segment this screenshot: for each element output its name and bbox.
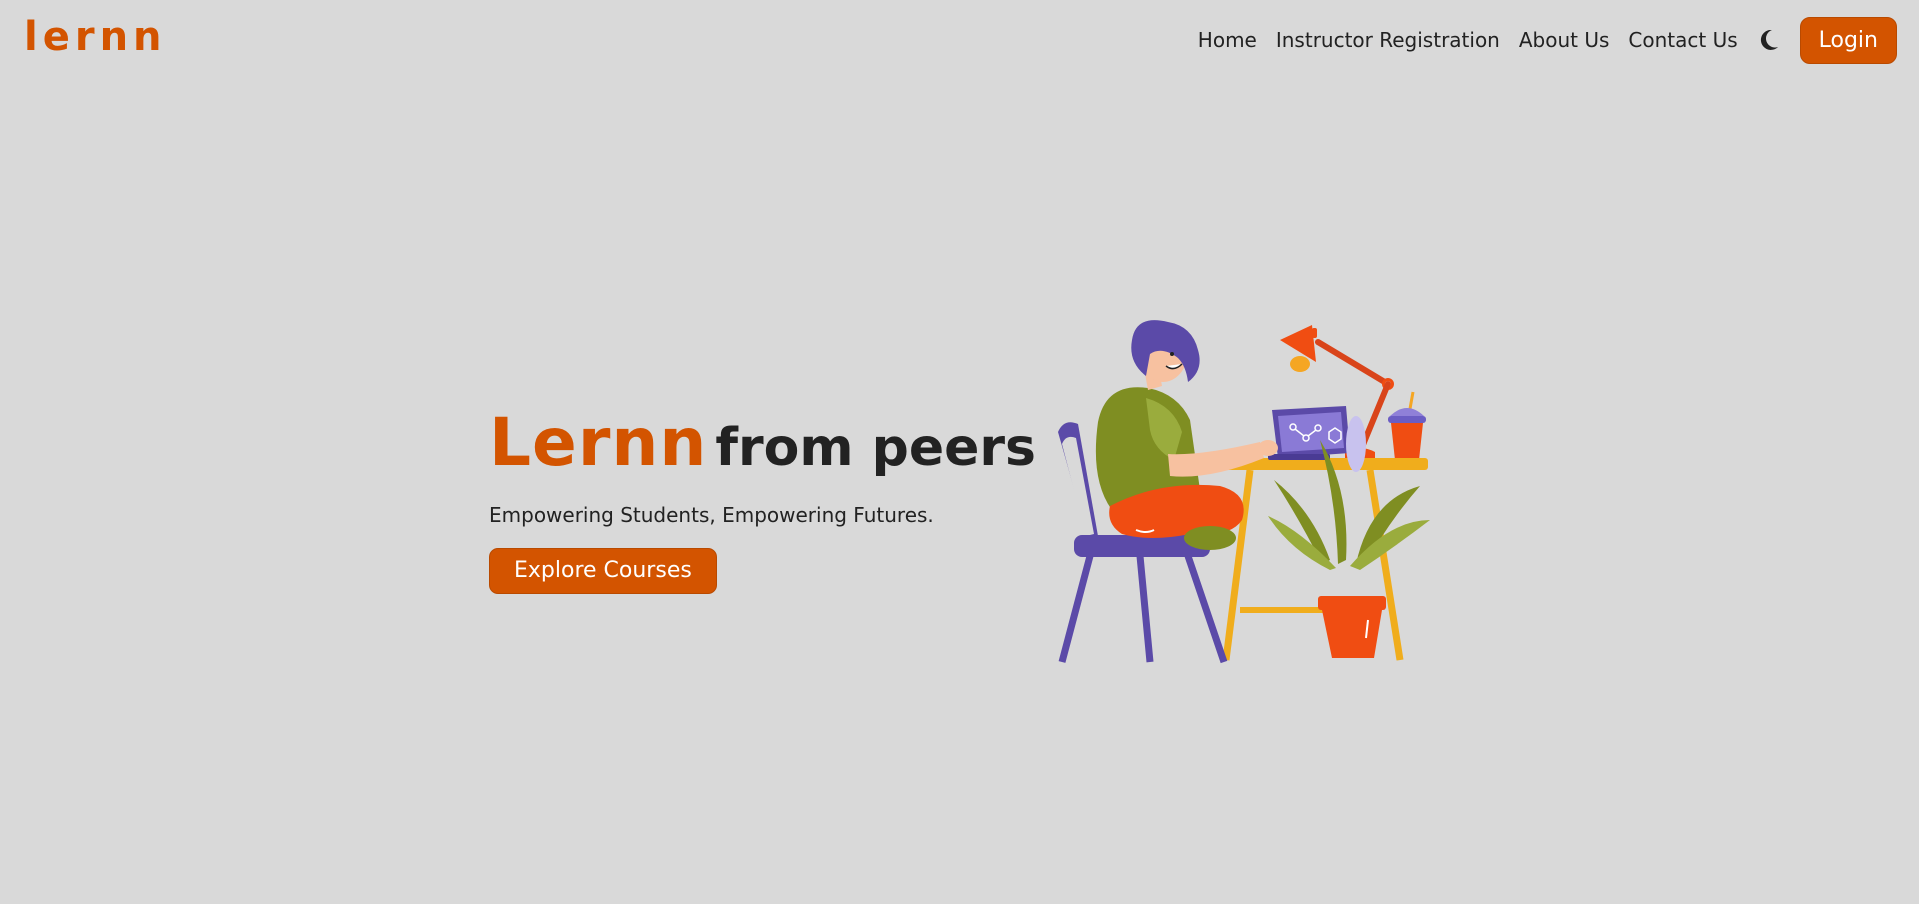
laptop-icon xyxy=(1268,406,1350,460)
hero-section: Lernn from peers Empowering Students, Emp… xyxy=(489,406,1036,594)
nav-link-contact-us[interactable]: Contact Us xyxy=(1628,28,1737,52)
navbar: lernn Home Instructor Registration About… xyxy=(0,0,1919,80)
login-button[interactable]: Login xyxy=(1799,16,1897,64)
moon-icon[interactable] xyxy=(1758,28,1780,52)
person-icon xyxy=(1095,320,1278,550)
nav-links: Home Instructor Registration About Us Co… xyxy=(1198,16,1897,64)
hero-subtitle: Empowering Students, Empowering Futures. xyxy=(489,503,934,527)
hero-title-brand: Lernn xyxy=(489,404,708,481)
explore-courses-button[interactable]: Explore Courses xyxy=(489,548,717,594)
nav-link-about-us[interactable]: About Us xyxy=(1519,28,1610,52)
nav-link-instructor-registration[interactable]: Instructor Registration xyxy=(1276,28,1500,52)
brand-logo[interactable]: lernn xyxy=(24,14,167,60)
hero-title: Lernn from peers xyxy=(489,406,1036,491)
hero-title-rest: from peers xyxy=(715,418,1036,478)
drink-cup-icon xyxy=(1388,391,1426,460)
nav-link-home[interactable]: Home xyxy=(1198,28,1257,52)
student-at-desk-illustration xyxy=(1050,320,1440,665)
